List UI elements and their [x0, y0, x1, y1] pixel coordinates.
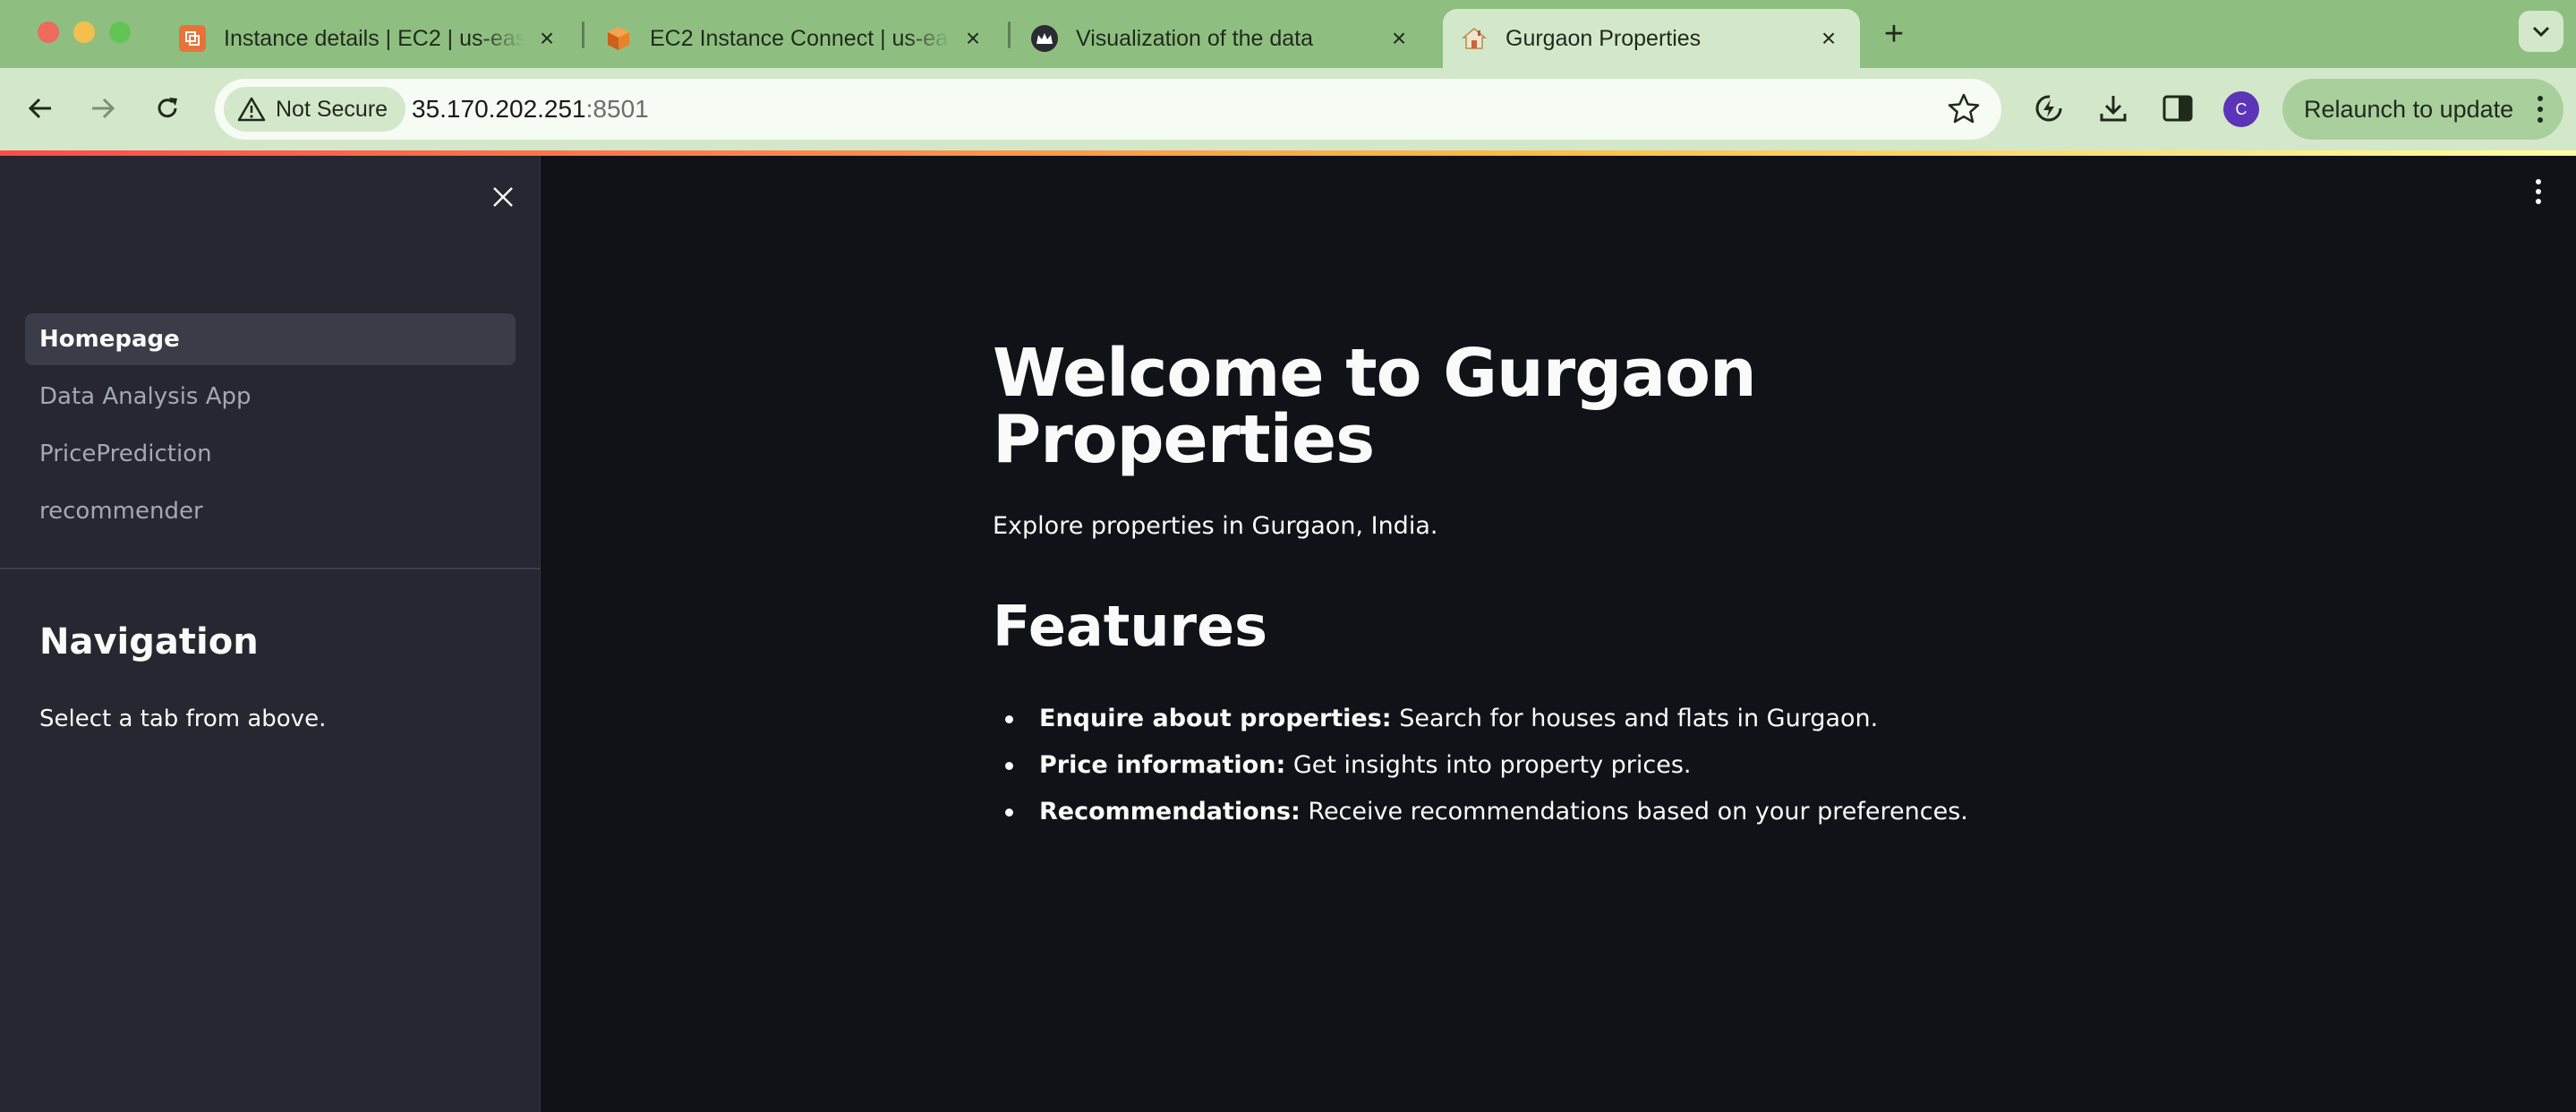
sidebar: Homepage Data Analysis App PricePredicti… [0, 156, 541, 1112]
side-panel-icon[interactable] [2157, 88, 2198, 129]
feature-text: Get insights into property prices. [1285, 751, 1692, 779]
address-bar[interactable]: Not Secure 35.170.202.251:8501 [215, 79, 2001, 140]
browser-tab-strip: Instance details | EC2 | us-east-1 × EC2… [0, 0, 2576, 68]
aws-cube-icon [605, 25, 632, 52]
content-block: Welcome to Gurgaon Properties Explore pr… [993, 340, 2156, 835]
forward-arrow-icon[interactable] [81, 86, 125, 131]
download-icon[interactable] [2093, 88, 2134, 129]
browser-tab-ec2-instance-connect[interactable]: EC2 Instance Connect | us-east-1 × [587, 9, 1004, 68]
performance-icon[interactable] [2028, 88, 2069, 129]
sidebar-item-recommender[interactable]: recommender [25, 485, 516, 537]
tab-close-icon[interactable]: × [533, 24, 560, 52]
relaunch-label: Relaunch to update [2304, 95, 2514, 123]
bookmark-star-icon[interactable] [1946, 91, 1982, 127]
feature-text: Search for houses and flats in Gurgaon. [1391, 705, 1879, 732]
url-port: :8501 [585, 95, 649, 123]
aws-ec2-icon [179, 25, 206, 52]
window-zoom-button[interactable] [109, 21, 131, 43]
house-icon [1461, 25, 1488, 52]
security-chip[interactable]: Not Secure [224, 87, 406, 132]
tab-title: EC2 Instance Connect | us-east-1 [650, 25, 951, 51]
feature-label: Enquire about properties: [1039, 705, 1392, 732]
browser-toolbar: Not Secure 35.170.202.251:8501 C Relaunc… [0, 68, 2576, 150]
main-content: Welcome to Gurgaon Properties Explore pr… [542, 156, 2576, 1112]
new-tab-icon[interactable]: + [1874, 14, 1914, 54]
streamlit-crown-icon [1031, 25, 1058, 52]
tab-title: Visualization of the data [1076, 25, 1314, 51]
browser-tab-visualization[interactable]: Visualization of the data × [1013, 9, 1430, 68]
tab-separator [1008, 21, 1011, 48]
main-menu-icon[interactable] [2521, 174, 2556, 210]
page-subtitle: Explore properties in Gurgaon, India. [993, 512, 1438, 540]
sidebar-item-data-analysis-app[interactable]: Data Analysis App [25, 371, 516, 423]
page-title: Welcome to Gurgaon Properties [993, 335, 1757, 478]
list-item: Price information: Get insights into pro… [993, 742, 2156, 789]
sidebar-divider [0, 568, 541, 569]
tab-close-icon[interactable]: × [960, 24, 986, 52]
browser-tab-gurgaon-properties[interactable]: Gurgaon Properties × [1443, 9, 1860, 68]
feature-label: Price information: [1039, 751, 1286, 779]
window-minimize-button[interactable] [73, 21, 95, 43]
relaunch-to-update-button[interactable]: Relaunch to update [2282, 79, 2563, 140]
sidebar-text: Select a tab from above. [39, 706, 327, 732]
features-heading: Features [993, 594, 1268, 659]
url-host: 35.170.202.251 [412, 95, 586, 123]
more-vertical-icon [2538, 96, 2543, 123]
features-list: Enquire about properties: Search for hou… [993, 696, 2156, 835]
feature-text: Receive recommendations based on your pr… [1300, 798, 1968, 825]
list-item: Enquire about properties: Search for hou… [993, 696, 2156, 742]
back-arrow-icon[interactable] [18, 86, 63, 131]
url-text[interactable]: 35.170.202.251:8501 [412, 79, 649, 140]
sidebar-item-price-prediction[interactable]: PricePrediction [25, 428, 516, 480]
tab-search-chevron-icon[interactable] [2519, 11, 2563, 52]
feature-label: Recommendations: [1039, 798, 1301, 825]
sidebar-item-homepage[interactable]: Homepage [25, 313, 516, 365]
sidebar-heading: Navigation [39, 621, 259, 663]
tab-title: Instance details | EC2 | us-east-1 [224, 25, 525, 51]
sidebar-close-icon[interactable] [483, 177, 523, 217]
list-item: Recommendations: Receive recommendations… [993, 789, 2156, 835]
reload-icon[interactable] [145, 86, 190, 131]
profile-avatar[interactable]: C [2223, 91, 2259, 127]
window-close-button[interactable] [38, 21, 59, 43]
security-label: Not Secure [276, 96, 388, 122]
tab-close-icon[interactable]: × [1815, 24, 1842, 52]
sidebar-nav: Homepage Data Analysis App PricePredicti… [25, 313, 516, 543]
tab-close-icon[interactable]: × [1386, 24, 1412, 52]
browser-tab-ec2-instance-details[interactable]: Instance details | EC2 | us-east-1 × [161, 9, 578, 68]
tab-title: Gurgaon Properties [1506, 25, 1702, 51]
tab-separator [582, 21, 584, 48]
warning-triangle-icon [237, 97, 266, 122]
